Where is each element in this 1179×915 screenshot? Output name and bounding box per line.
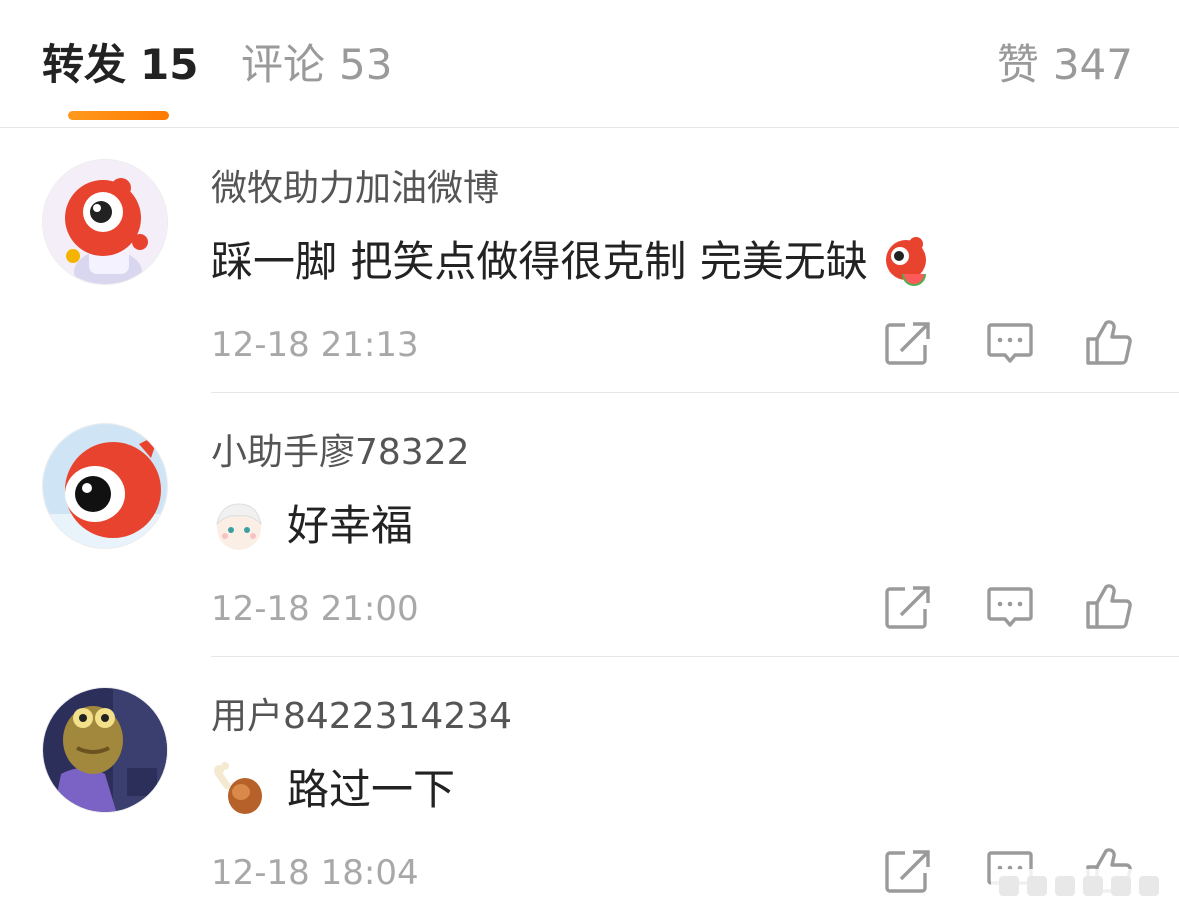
watermark-block (1111, 876, 1131, 896)
repost-icon (885, 850, 930, 893)
tab-comment-count: 53 (339, 40, 393, 89)
like-button[interactable] (1084, 583, 1134, 631)
tab-repost-label: 转发 (42, 40, 127, 89)
tab-likes[interactable]: 赞 347 (997, 38, 1133, 92)
thumbs-up-icon (1086, 584, 1132, 629)
watermark-block (1027, 876, 1047, 896)
timestamp: 12-18 21:00 (211, 589, 419, 629)
cartoon-boy-face-emoji-icon (211, 498, 267, 554)
watermark-block (999, 876, 1019, 896)
list-item: 微牧助力加油微博 踩一脚 把笑点做得很克制 完美无缺 12-18 21:13 (0, 129, 1179, 393)
watermark (991, 869, 1167, 903)
chicken-drumstick-emoji-icon (211, 762, 267, 818)
comment-button[interactable] (985, 319, 1035, 367)
comment-text-label: 路过一下 (287, 765, 456, 814)
watermark-block (1055, 876, 1075, 896)
avatar[interactable] (42, 159, 168, 285)
comment-text: 路过一下 (211, 761, 455, 819)
username[interactable]: 微牧助力加油微博 (211, 165, 499, 213)
timestamp: 12-18 18:04 (211, 853, 419, 893)
timestamp: 12-18 21:13 (211, 325, 419, 365)
repost-button[interactable] (883, 847, 933, 895)
comment-text-label: 踩一脚 把笑点做得很克制 完美无缺 (211, 237, 868, 286)
active-tab-indicator (68, 111, 169, 120)
thumbs-up-icon (1086, 320, 1132, 365)
repost-button[interactable] (883, 583, 933, 631)
comment-text-label: 好幸福 (287, 501, 414, 550)
red-mascot-avatar-icon (43, 160, 167, 284)
tab-repost-count: 15 (140, 40, 199, 89)
repost-icon (885, 322, 930, 365)
comment-text: 踩一脚 把笑点做得很克制 完美无缺 (211, 233, 936, 291)
red-eye-mascot-avatar-icon (43, 424, 167, 548)
comment-icon (987, 587, 1033, 627)
tab-comment[interactable]: 评论 53 (241, 38, 392, 92)
like-button[interactable] (1084, 319, 1134, 367)
tab-repost[interactable]: 转发 15 (42, 38, 198, 92)
tab-likes-label: 赞 (996, 40, 1039, 89)
tab-bar: 转发 15 评论 53 赞 347 (0, 0, 1179, 128)
repost-button[interactable] (883, 319, 933, 367)
comment-text: 好幸福 (211, 497, 413, 555)
username[interactable]: 用户8422314234 (211, 693, 512, 741)
avatar[interactable] (42, 687, 168, 813)
tab-comment-label: 评论 (241, 40, 326, 89)
watermark-block (1083, 876, 1103, 896)
comment-button[interactable] (985, 583, 1035, 631)
avatar[interactable] (42, 423, 168, 549)
list-item: 小助手廖78322 好幸福 12-18 21:00 (0, 393, 1179, 657)
repost-icon (885, 586, 930, 629)
cartoon-fish-avatar-icon (43, 688, 167, 812)
username[interactable]: 小助手廖78322 (211, 429, 470, 477)
red-mascot-watermelon-emoji-icon (880, 234, 936, 290)
watermark-block (1139, 876, 1159, 896)
comment-icon (987, 323, 1033, 363)
tab-likes-count: 347 (1052, 40, 1133, 89)
